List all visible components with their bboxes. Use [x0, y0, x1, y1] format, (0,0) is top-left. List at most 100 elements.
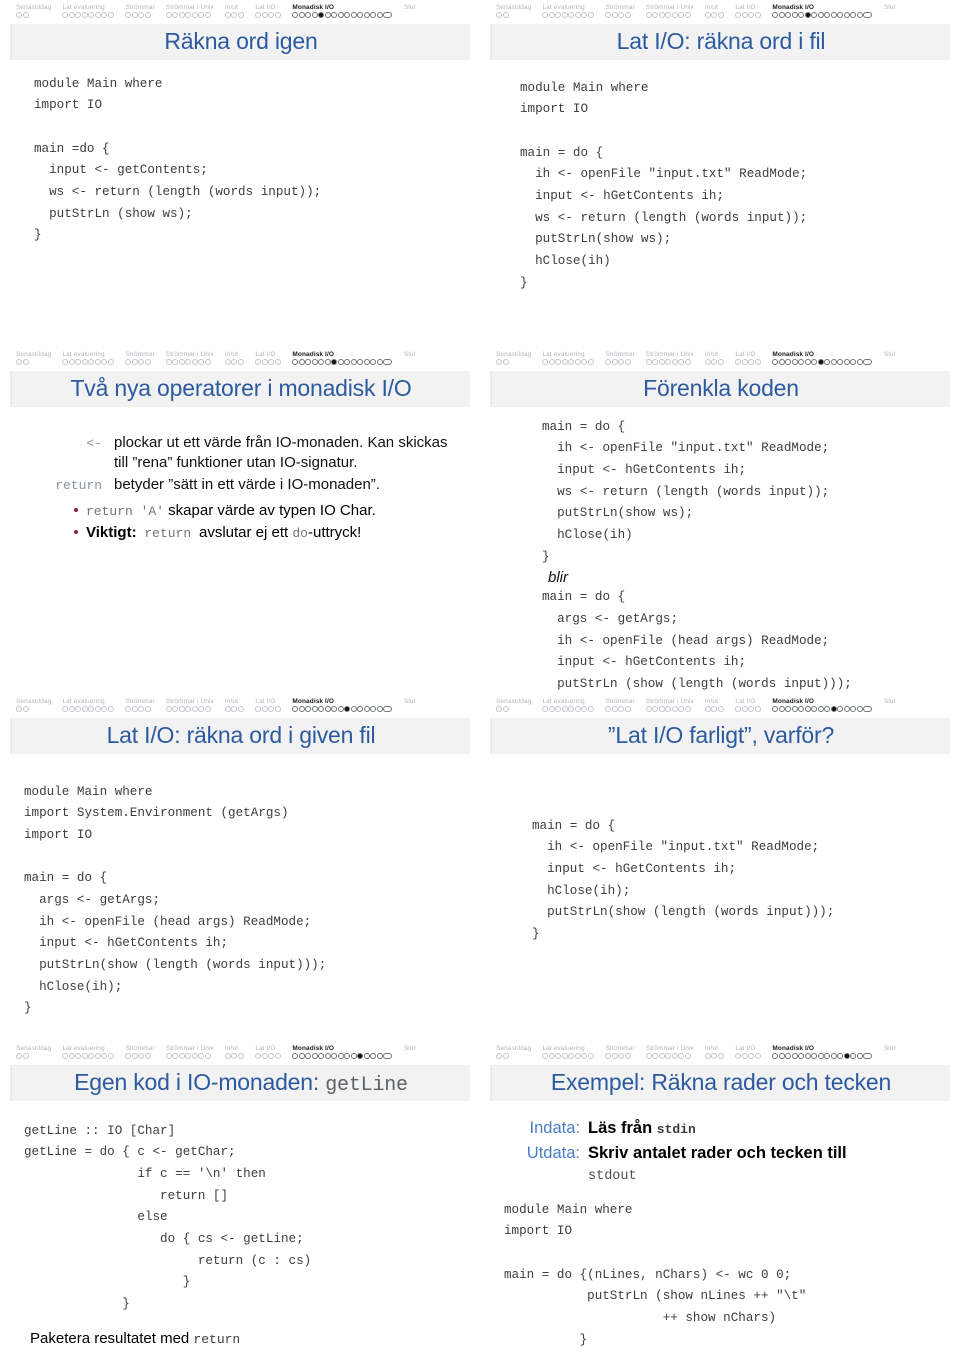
nav-dot[interactable] — [568, 359, 575, 366]
nav-dot[interactable] — [804, 359, 811, 366]
nav-dot[interactable] — [817, 706, 824, 713]
nav-dot[interactable] — [837, 1053, 844, 1060]
nav-dot[interactable] — [824, 12, 831, 19]
nav-dot[interactable] — [350, 1053, 357, 1060]
nav-dot[interactable] — [496, 12, 502, 19]
nav-section-senast-idag[interactable]: Senast/idag — [496, 698, 531, 714]
nav-section-dots[interactable] — [255, 1053, 281, 1060]
nav-dot[interactable] — [778, 359, 785, 366]
nav-dot[interactable] — [496, 1053, 502, 1060]
nav-dot[interactable] — [311, 1053, 318, 1060]
nav-dot[interactable] — [68, 706, 75, 713]
nav-section-dots[interactable] — [165, 359, 214, 366]
nav-section-str-mmar-i-unix[interactable]: Strömmar i Unix — [645, 1045, 694, 1061]
nav-dot[interactable] — [357, 359, 364, 366]
nav-dot[interactable] — [94, 359, 101, 366]
nav-section-dots[interactable] — [255, 359, 281, 366]
nav-dot[interactable] — [741, 706, 748, 713]
nav-dot[interactable] — [274, 1053, 281, 1060]
nav-dot[interactable] — [605, 359, 612, 366]
nav-dot[interactable] — [555, 1053, 562, 1060]
nav-section-dots[interactable] — [772, 359, 873, 366]
nav-dot[interactable] — [711, 12, 718, 19]
nav-dot[interactable] — [324, 706, 331, 713]
nav-dot[interactable] — [850, 359, 857, 366]
nav-dot[interactable] — [798, 1053, 805, 1060]
nav-dot[interactable] — [817, 1053, 824, 1060]
nav-dot[interactable] — [843, 706, 850, 713]
nav-dot[interactable] — [268, 1053, 275, 1060]
nav-dot[interactable] — [678, 706, 685, 713]
nav-dot[interactable] — [717, 12, 724, 19]
nav-dot[interactable] — [191, 12, 198, 19]
nav-dot[interactable] — [665, 1053, 672, 1060]
nav-section-dots[interactable] — [255, 706, 281, 713]
nav-dot[interactable] — [224, 12, 231, 19]
nav-dot[interactable] — [185, 12, 192, 19]
nav-dot[interactable] — [363, 12, 370, 19]
nav-section-dots[interactable] — [496, 359, 531, 366]
nav-section-dots[interactable] — [292, 12, 393, 19]
nav-dot[interactable] — [337, 706, 344, 713]
nav-dot[interactable] — [357, 12, 364, 19]
nav-dot[interactable] — [502, 1053, 509, 1060]
nav-dot[interactable] — [81, 12, 88, 19]
nav-section-slut[interactable]: Slut — [884, 1045, 896, 1053]
nav-dot[interactable] — [658, 1053, 665, 1060]
nav-section-str-mmar[interactable]: Strömmar — [125, 4, 155, 20]
nav-section-dots[interactable] — [542, 706, 594, 713]
nav-dot[interactable] — [81, 706, 88, 713]
nav-dot[interactable] — [754, 12, 761, 19]
nav-section-dots[interactable] — [735, 359, 761, 366]
nav-dot[interactable] — [791, 1053, 798, 1060]
nav-dot[interactable] — [856, 359, 863, 366]
nav-section-dots[interactable] — [605, 706, 634, 713]
nav-dot[interactable] — [574, 12, 581, 19]
nav-dot[interactable] — [811, 12, 818, 19]
nav-dot[interactable] — [101, 359, 108, 366]
nav-section-senast-idag[interactable]: Senast/idag — [16, 4, 51, 20]
nav-dot[interactable] — [178, 359, 185, 366]
nav-section-lat-evaluering[interactable]: Lat evaluering — [62, 1045, 114, 1061]
nav-dot[interactable] — [131, 1053, 138, 1060]
nav-section-senast-idag[interactable]: Senast/idag — [16, 1045, 51, 1061]
nav-dot[interactable] — [618, 1053, 625, 1060]
nav-dot[interactable] — [548, 706, 555, 713]
nav-section-dots[interactable] — [704, 706, 725, 713]
nav-dot[interactable] — [748, 12, 755, 19]
nav-dot[interactable] — [305, 706, 312, 713]
nav-dot[interactable] — [62, 1053, 69, 1060]
nav-dot[interactable] — [298, 12, 305, 19]
nav-section-in-ut[interactable]: In/ut — [224, 698, 245, 714]
nav-dot[interactable] — [305, 1053, 312, 1060]
nav-dot[interactable] — [337, 12, 344, 19]
nav-section-str-mmar[interactable]: Strömmar — [605, 351, 635, 367]
nav-dot[interactable] — [791, 706, 798, 713]
nav-section-monadisk-i-o[interactable]: Monadisk I/O — [772, 351, 873, 367]
nav-dot[interactable] — [778, 1053, 785, 1060]
nav-dot[interactable] — [645, 359, 652, 366]
nav-dot-wide[interactable] — [863, 359, 873, 366]
nav-dot[interactable] — [561, 12, 568, 19]
nav-dot[interactable] — [172, 359, 179, 366]
nav-dot[interactable] — [198, 359, 205, 366]
nav-dot[interactable] — [611, 706, 618, 713]
nav-dot[interactable] — [735, 359, 742, 366]
nav-dot[interactable] — [376, 12, 383, 19]
nav-dot[interactable] — [337, 1053, 344, 1060]
nav-dot[interactable] — [344, 359, 351, 366]
nav-dot[interactable] — [131, 12, 138, 19]
nav-section-monadisk-i-o[interactable]: Monadisk I/O — [772, 1045, 873, 1061]
nav-dot[interactable] — [68, 12, 75, 19]
nav-section-slut[interactable]: Slut — [884, 4, 896, 12]
nav-dot[interactable] — [224, 359, 231, 366]
nav-dot[interactable] — [138, 1053, 145, 1060]
nav-dot[interactable] — [811, 706, 818, 713]
nav-section-lat-evaluering[interactable]: Lat evaluering — [542, 1045, 594, 1061]
nav-section-dots[interactable] — [542, 359, 594, 366]
nav-section-dots[interactable] — [224, 706, 245, 713]
nav-dot[interactable] — [824, 706, 831, 713]
nav-dot[interactable] — [684, 359, 691, 366]
nav-dot[interactable] — [811, 359, 818, 366]
nav-dot[interactable] — [370, 1053, 377, 1060]
